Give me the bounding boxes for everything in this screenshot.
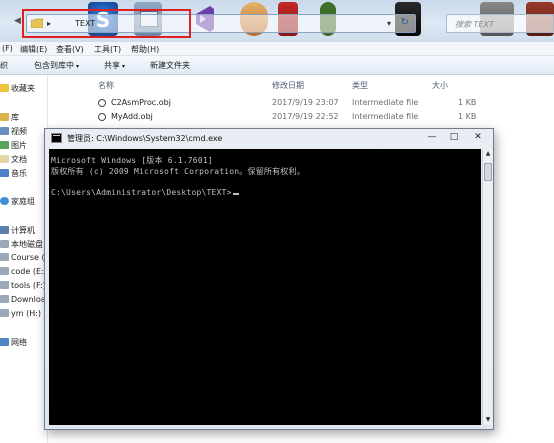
nav-computer[interactable]: 计算机 [0,225,35,236]
vertical-scrollbar[interactable]: ▲ ▼ [482,149,492,425]
scroll-up-icon[interactable]: ▲ [483,149,493,159]
nav-homegroup[interactable]: 家庭组 [0,196,35,207]
file-name: C2AsmProc.obj [111,98,171,107]
menu-edit[interactable]: 编辑(E) [20,44,47,55]
console-line: Microsoft Windows [版本 6.1.7601] [51,156,213,165]
file-row[interactable]: C2AsmProc.obj 2017/9/19 23:07 Intermedia… [94,96,554,110]
nav-libraries[interactable]: 库 [0,112,19,123]
navigation-pane: 收藏夹 库 视频 图片 文档 音乐 家庭组 计算机 本地磁盘 Course (I… [0,75,48,443]
console-icon [51,133,62,143]
nav-documents[interactable]: 文档 [0,154,27,165]
organize-button[interactable]: 织 [0,60,8,71]
file-modified: 2017/9/19 23:07 [272,98,339,107]
menu-view[interactable]: 查看(V) [56,44,84,55]
column-modified[interactable]: 修改日期 [272,80,304,91]
column-size[interactable]: 大小 [432,80,448,91]
close-button[interactable]: ✕ [469,131,487,143]
video-icon [0,127,9,135]
cmd-window[interactable]: 管理员: C:\Windows\System32\cmd.exe — □ ✕ M… [44,128,494,430]
search-input[interactable]: 搜索 TEXT [446,14,554,33]
console-prompt: C:\Users\Administrator\Desktop\TEXT> [51,188,232,197]
console-line: 版权所有 (c) 2009 Microsoft Corporation。保留所有… [51,167,305,176]
column-type[interactable]: 类型 [352,80,368,91]
picture-icon [0,141,9,149]
nav-videos[interactable]: 视频 [0,126,27,137]
column-name[interactable]: 名称 [98,80,114,91]
nav-drive-local[interactable]: 本地磁盘 [0,239,43,250]
nav-favorites[interactable]: 收藏夹 [0,83,35,94]
star-icon [0,84,9,92]
text-cursor [232,193,239,195]
cmd-titlebar[interactable]: 管理员: C:\Windows\System32\cmd.exe — □ ✕ [45,129,493,147]
minimize-button[interactable]: — [423,131,441,143]
maximize-button[interactable]: □ [445,131,463,143]
nav-network[interactable]: 网络 [0,337,27,348]
drive-icon [0,295,9,303]
computer-icon [0,226,9,234]
scroll-thumb[interactable] [484,163,492,181]
back-arrow-icon[interactable]: ◀ [14,16,21,26]
drive-icon [0,309,9,317]
library-icon [0,113,9,121]
obj-file-icon [98,99,106,107]
music-icon [0,169,9,177]
nav-music[interactable]: 音乐 [0,168,27,179]
file-modified: 2017/9/19 22:52 [272,112,339,121]
drive-icon [0,253,9,261]
drive-icon [0,281,9,289]
menu-tools[interactable]: 工具(T) [94,44,121,55]
command-bar: 织 包含到库中 ▾ 共享 ▾ 新建文件夹 [0,56,554,75]
new-folder-button[interactable]: 新建文件夹 [150,60,190,71]
search-placeholder: 搜索 TEXT [455,20,494,29]
file-size: 1 KB [458,98,477,107]
file-name: MyAdd.obj [111,112,153,121]
highlight-annotation [22,9,191,38]
menu-bar: (F) 编辑(E) 查看(V) 工具(T) 帮助(H) [0,42,554,56]
file-row[interactable]: MyAdd.obj 2017/9/19 22:52 Intermediate f… [94,110,554,124]
nav-drive-code[interactable]: code (E:) [0,267,47,276]
refresh-icon[interactable]: ↻ [401,17,409,28]
drive-icon [0,267,9,275]
console-output[interactable]: Microsoft Windows [版本 6.1.7601] 版权所有 (c)… [49,149,481,425]
homegroup-icon [0,197,9,205]
nav-pictures[interactable]: 图片 [0,140,27,151]
menu-help[interactable]: 帮助(H) [131,44,159,55]
network-icon [0,338,9,346]
console-prompt-line: C:\Users\Administrator\Desktop\TEXT> [51,188,239,197]
scroll-down-icon[interactable]: ▼ [483,415,493,425]
nav-drive-downloads[interactable]: Downloa [0,295,46,304]
nav-drive-tools[interactable]: tools (F:) [0,281,46,290]
chevron-down-icon: ▾ [122,63,126,70]
drive-icon [0,240,9,248]
include-in-library-button[interactable]: 包含到库中 ▾ [34,60,79,71]
nav-drive-ym[interactable]: ym (H:) [0,309,41,318]
menu-file[interactable]: (F) [2,44,13,53]
obj-file-icon [98,113,106,121]
file-type: Intermediate file [352,98,419,107]
file-type: Intermediate file [352,112,419,121]
cmd-title: 管理员: C:\Windows\System32\cmd.exe [67,134,223,143]
file-list-header: 名称 修改日期 类型 大小 [94,78,554,92]
chevron-down-icon: ▾ [76,63,80,70]
share-button[interactable]: 共享 ▾ [104,60,125,71]
file-size: 1 KB [458,112,477,121]
explorer-titlebar: ◀ ▸ TEXT ▾ ↻ 搜索 TEXT [0,0,554,42]
document-icon [0,155,9,163]
chevron-down-icon[interactable]: ▾ [387,19,391,28]
nav-drive-course[interactable]: Course (I [0,253,47,262]
